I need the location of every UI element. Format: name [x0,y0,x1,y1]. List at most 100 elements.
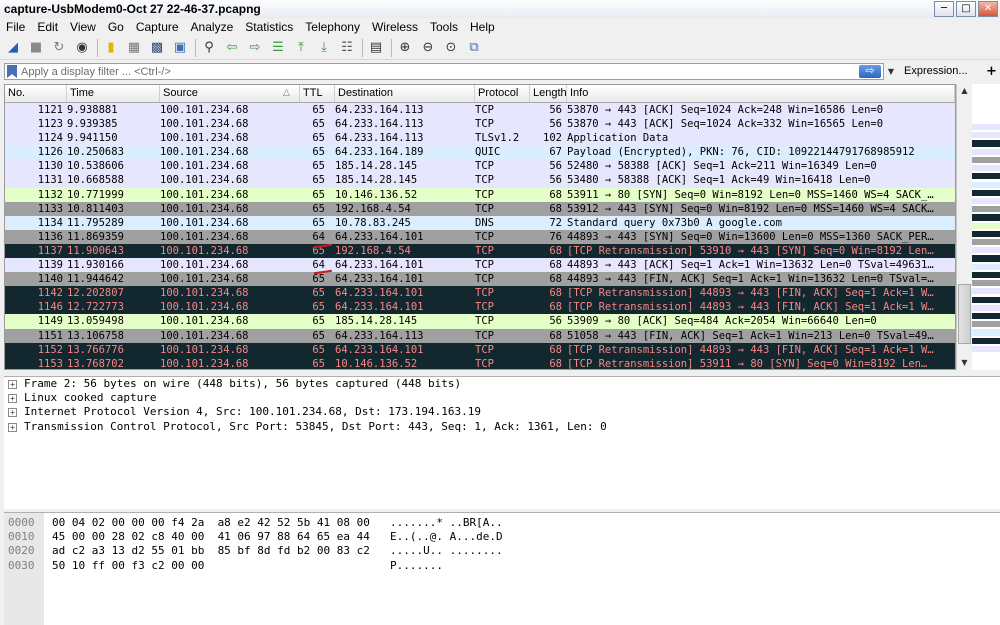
packet-row[interactable]: 1133 10.811403 100.101.234.68 65 192.168.4.5… [5,201,955,216]
column-header-protocol[interactable]: Protocol [475,85,530,102]
menu-edit[interactable]: Edit [31,18,64,36]
packet-minimap[interactable] [972,84,1000,370]
packet-row[interactable]: 1131 10.668588 100.101.234.68 65 185.14.28.1… [5,173,955,188]
hex-offset[interactable]: 0020 [8,544,35,558]
packet-row[interactable]: 1152 13.766776 100.101.234.68 65 64.233.164.… [5,342,955,357]
menu-file[interactable]: File [0,18,31,36]
packet-row[interactable]: 1134 11.795289 100.101.234.68 65 10.78.83.24… [5,215,955,230]
add-filter-button[interactable]: + [986,64,997,79]
zoom-in-icon[interactable]: ⊕ [396,39,414,57]
hex-offset[interactable]: 0010 [8,530,35,544]
cell-protocol: TCP [475,188,494,201]
column-header-time[interactable]: Time [67,85,160,102]
packet-row[interactable]: 1126 10.250683 100.101.234.68 65 64.233.164.… [5,145,955,160]
capture-options-icon[interactable]: ◉ [73,39,91,57]
find-packet-icon[interactable]: ⚲ [200,39,218,57]
menu-view[interactable]: View [64,18,102,36]
colorize-icon[interactable]: ▤ [367,39,385,57]
minimize-button[interactable]: ─ [934,1,954,17]
resize-columns-icon[interactable]: ⧉ [465,39,483,57]
menu-wireless[interactable]: Wireless [366,18,424,36]
minimap-bar [972,197,1000,205]
detail-tree-item[interactable]: + Linux cooked capture [4,391,1000,405]
cell-no: 1142 [37,287,63,300]
minimap-bar [972,304,1000,311]
packet-row[interactable]: 1140 11.944642 100.101.234.68 65 64.233.164.… [5,272,955,287]
hex-bytes[interactable]: 00 04 02 00 00 00 f4 2a a8 e2 42 52 5b 4… [52,516,370,530]
packet-row[interactable]: 1124 9.941150 100.101.234.68 65 64.233.164.1… [5,131,955,146]
hex-bytes[interactable]: 50 10 ff 00 f3 c2 00 00 [52,559,204,573]
packet-row[interactable]: 1121 9.938881 100.101.234.68 65 64.233.164.1… [5,103,955,118]
detail-tree-item[interactable]: + Frame 2: 56 bytes on wire (448 bits), 5… [4,377,1000,391]
hex-ascii[interactable]: .....U.. ........ [390,544,503,558]
cell-time: 11.795289 [67,216,124,229]
display-filter-input[interactable] [21,64,841,79]
packet-row[interactable]: 1137 11.900643 100.101.234.68 65 192.168.4.5… [5,243,955,259]
expression-button[interactable]: Expression... [904,65,968,77]
reload-file-icon[interactable]: ▣ [171,39,189,57]
hex-bytes[interactable]: 45 00 00 28 02 c8 40 00 41 06 97 88 64 6… [52,530,370,544]
hex-bytes[interactable]: ad c2 a3 13 d2 55 01 bb 85 bf 8d fd b2 0… [52,544,370,558]
packet-row[interactable]: 1149 13.059498 100.101.234.68 65 185.14.28.1… [5,314,955,329]
filter-bookmark-icon[interactable] [7,65,17,78]
column-header-source[interactable]: Source [160,85,300,102]
column-header-length[interactable]: Length [530,85,567,102]
save-file-icon[interactable]: ▦ [125,39,143,57]
column-header-destination[interactable]: Destination [335,85,475,102]
hex-ascii[interactable]: .......* ..BR[A.. [390,516,503,530]
column-header-info[interactable]: Info [567,85,955,102]
close-file-icon[interactable]: ▩ [148,39,166,57]
start-capture-icon[interactable]: ◢ [4,39,22,57]
go-to-packet-icon[interactable]: ☰ [269,39,287,57]
menu-go[interactable]: Go [102,18,130,36]
go-forward-icon[interactable]: ⇨ [246,39,264,57]
hex-ascii[interactable]: E..(..@. A...de.D [390,530,503,544]
detail-tree-item[interactable]: + Transmission Control Protocol, Src Port… [4,420,1000,434]
hex-offset[interactable]: 0030 [8,559,35,573]
apply-filter-button[interactable]: ⇨ [859,65,881,78]
scroll-down-icon[interactable]: ▼ [957,356,972,370]
menu-tools[interactable]: Tools [424,18,464,36]
menu-telephony[interactable]: Telephony [299,18,366,36]
menu-capture[interactable]: Capture [130,18,185,36]
packet-row[interactable]: 1136 11.869359 100.101.234.68 64 64.233.164.… [5,229,955,244]
scroll-up-icon[interactable]: ▲ [957,84,972,98]
packet-row[interactable]: 1153 13.768702 100.101.234.68 65 10.146.136.… [5,356,955,369]
autoscroll-icon[interactable]: ☷ [338,39,356,57]
expand-icon[interactable]: + [8,422,17,432]
packet-row[interactable]: 1123 9.939385 100.101.234.68 65 64.233.164.1… [5,117,955,132]
column-header-ttl[interactable]: TTL [300,85,335,102]
scroll-thumb[interactable] [958,284,971,344]
restart-capture-icon[interactable]: ↻ [50,39,68,57]
expand-icon[interactable]: + [8,380,17,389]
maximize-button[interactable]: □ [956,1,976,17]
menu-statistics[interactable]: Statistics [239,18,299,36]
menu-help[interactable]: Help [464,18,501,36]
hex-ascii[interactable]: P....... [390,559,443,573]
open-file-icon[interactable]: ▮ [102,39,120,57]
packet-row[interactable]: 1130 10.538606 100.101.234.68 65 185.14.28.1… [5,159,955,174]
expand-icon[interactable]: + [8,408,17,418]
go-back-icon[interactable]: ⇦ [223,39,241,57]
minimap-bar [972,271,1000,279]
zoom-normal-icon[interactable]: ⊙ [442,39,460,57]
packet-list-scrollbar[interactable]: ▲ ▼ [956,84,972,370]
expand-icon[interactable]: + [8,394,17,404]
close-button[interactable]: ✕ [978,1,998,17]
packet-row[interactable]: 1146 12.722773 100.101.234.68 65 64.233.164.… [5,300,955,315]
menu-analyze[interactable]: Analyze [185,18,240,36]
column-header-no[interactable]: No. [5,85,67,102]
filter-history-dropdown[interactable]: ▼ [885,63,897,80]
hex-offset[interactable]: 0000 [8,516,35,530]
stop-capture-icon[interactable]: ■ [27,39,45,57]
packet-row[interactable]: 1151 13.106758 100.101.234.68 65 64.233.164.… [5,328,955,343]
packet-row[interactable]: 1139 11.930166 100.101.234.68 64 64.233.164.… [5,258,955,273]
go-last-icon[interactable]: ⤓ [315,39,333,57]
cell-source: 100.101.234.68 [160,160,249,173]
packet-row[interactable]: 1142 12.202807 100.101.234.68 65 64.233.164.… [5,286,955,301]
go-first-icon[interactable]: ⤒ [292,39,310,57]
zoom-out-icon[interactable]: ⊖ [419,39,437,57]
packet-row[interactable]: 1132 10.771999 100.101.234.68 65 10.146.136.… [5,187,955,202]
cell-no: 1130 [37,160,63,173]
detail-tree-item[interactable]: + Internet Protocol Version 4, Src: 100.1… [4,405,1000,419]
